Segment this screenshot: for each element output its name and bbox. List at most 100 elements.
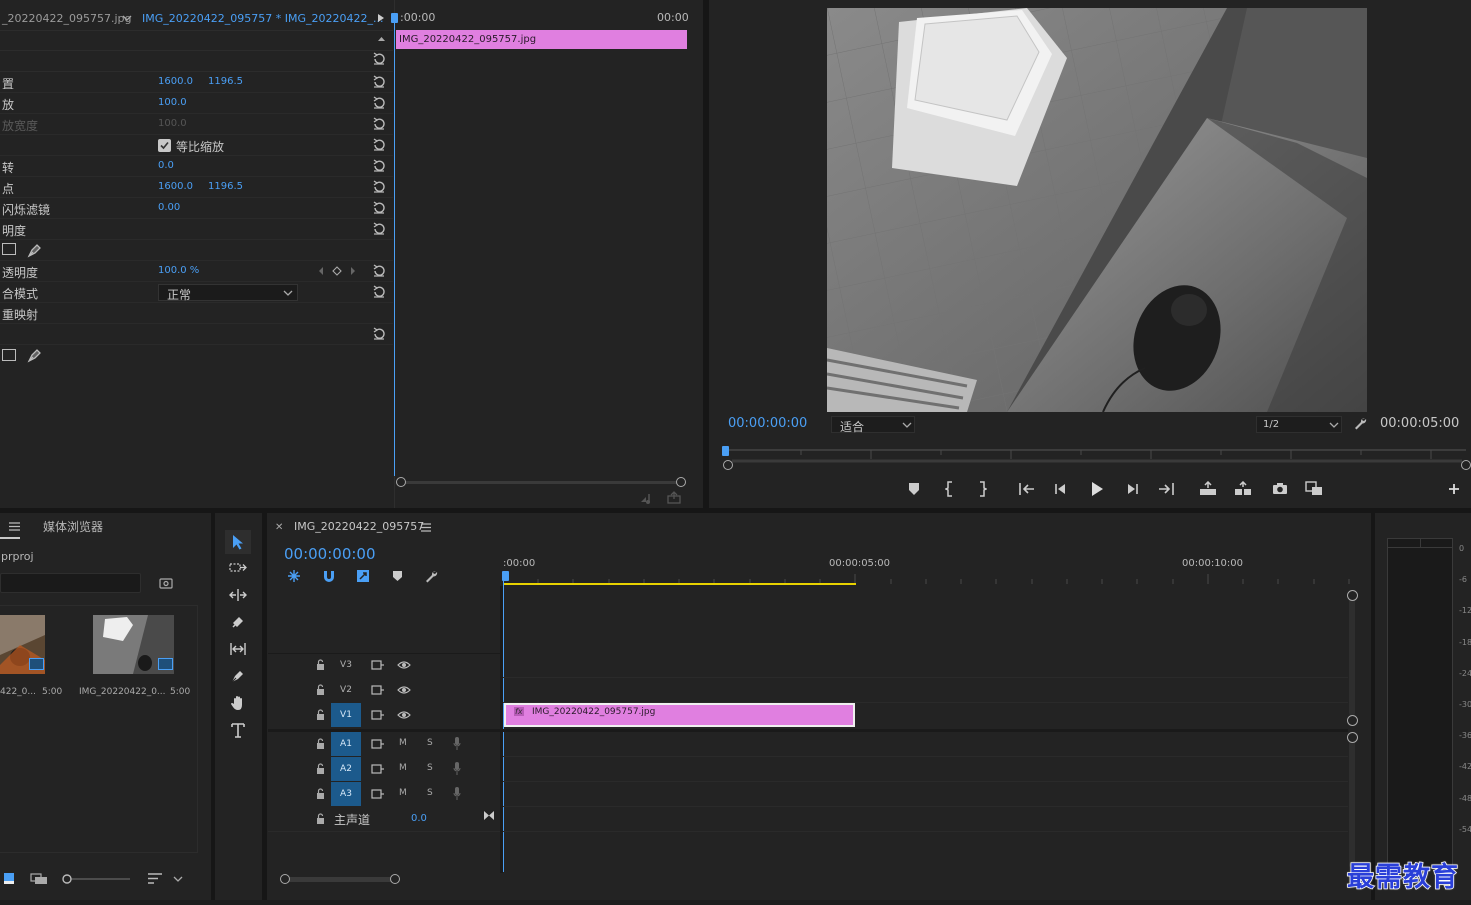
- pen-mask-icon[interactable]: [27, 242, 43, 258]
- wrench-icon[interactable]: [1353, 416, 1367, 430]
- ec-zoom-scrollbar[interactable]: [400, 481, 682, 484]
- close-icon[interactable]: ✕: [275, 522, 283, 533]
- program-timecode[interactable]: 00:00:00:00: [728, 416, 807, 431]
- track-name[interactable]: V2: [331, 678, 361, 702]
- track-name[interactable]: A1: [331, 732, 361, 756]
- lift-icon[interactable]: [1199, 481, 1217, 496]
- reset-icon[interactable]: [372, 159, 386, 173]
- mute-button[interactable]: M: [399, 738, 407, 748]
- timeline-vertical-scrollbar[interactable]: [1349, 596, 1355, 716]
- anti-flicker-value[interactable]: 0.00: [158, 202, 180, 213]
- pen-tool-icon[interactable]: [225, 664, 251, 688]
- go-to-end-icon[interactable]: [483, 810, 495, 821]
- fit-dropdown[interactable]: 适合: [831, 416, 915, 434]
- panel-menu-icon[interactable]: [9, 522, 20, 531]
- rotation-value[interactable]: 0.0: [158, 160, 174, 171]
- source-clip-tab[interactable]: _20220422_095757.jpg: [2, 12, 132, 25]
- list-view-icon[interactable]: [4, 873, 14, 884]
- pen-mask-icon[interactable]: [27, 347, 43, 363]
- ec-playhead[interactable]: [394, 14, 395, 476]
- collapse-arrow-icon[interactable]: [377, 36, 386, 42]
- sync-lock-icon[interactable]: [371, 764, 384, 774]
- scroll-handle-right[interactable]: [676, 477, 686, 487]
- extract-icon[interactable]: [1234, 481, 1252, 496]
- track-header-a2[interactable]: A2 M S: [268, 757, 500, 781]
- reset-icon[interactable]: [372, 52, 386, 66]
- chevron-down-icon[interactable]: [173, 875, 183, 883]
- sequence-clip-tab[interactable]: IMG_20220422_095757 * IMG_20220422_...: [142, 12, 383, 25]
- rectangle-mask-icon[interactable]: [2, 349, 16, 361]
- hand-tool-icon[interactable]: [225, 691, 251, 715]
- lock-icon[interactable]: [316, 763, 325, 774]
- add-button-icon[interactable]: [1448, 483, 1460, 495]
- ec-playhead-handle[interactable]: [391, 13, 398, 23]
- sync-lock-icon[interactable]: [371, 739, 384, 749]
- scroll-handle-left[interactable]: [396, 477, 406, 487]
- scroll-handle-right[interactable]: [1461, 460, 1471, 470]
- program-video-frame[interactable]: [827, 8, 1367, 412]
- reset-icon[interactable]: [372, 222, 386, 236]
- program-time-ruler[interactable]: [726, 444, 1466, 464]
- opacity-value[interactable]: 100.0 %: [158, 265, 199, 276]
- type-tool-icon[interactable]: [225, 718, 251, 742]
- snap-magnet-icon[interactable]: [322, 569, 336, 583]
- add-keyframe-icon[interactable]: [332, 266, 342, 276]
- panel-menu-icon[interactable]: [421, 523, 431, 532]
- track-name[interactable]: A3: [331, 782, 361, 806]
- sync-lock-icon[interactable]: [371, 685, 384, 695]
- solo-button[interactable]: S: [427, 738, 433, 748]
- lock-icon[interactable]: [316, 738, 325, 749]
- lock-icon[interactable]: [316, 684, 325, 695]
- eye-icon[interactable]: [397, 710, 411, 720]
- reset-icon[interactable]: [372, 264, 386, 278]
- ec-timeline-area[interactable]: [394, 0, 703, 508]
- mute-button[interactable]: M: [399, 788, 407, 798]
- project-item[interactable]: IMG_20220422_0... 5:00: [71, 611, 197, 707]
- track-select-tool-icon[interactable]: [225, 556, 251, 580]
- sync-lock-icon[interactable]: [371, 789, 384, 799]
- chevron-down-icon[interactable]: [122, 14, 132, 22]
- sort-icon[interactable]: [148, 873, 162, 884]
- mark-in-icon[interactable]: [945, 481, 955, 497]
- selection-tool-icon[interactable]: [225, 530, 251, 554]
- reset-icon[interactable]: [372, 75, 386, 89]
- export-frame-camera-icon[interactable]: [1272, 482, 1288, 495]
- blend-mode-dropdown[interactable]: 正常: [158, 284, 298, 302]
- sync-lock-icon[interactable]: [371, 710, 384, 720]
- scroll-handle-left[interactable]: [723, 460, 733, 470]
- go-to-out-icon[interactable]: [1158, 482, 1174, 496]
- microphone-icon[interactable]: [453, 787, 461, 800]
- track-header-v3[interactable]: V3: [268, 653, 500, 677]
- reset-icon[interactable]: [372, 117, 386, 131]
- mark-out-icon[interactable]: [977, 481, 987, 497]
- lock-icon[interactable]: [316, 813, 325, 824]
- eye-icon[interactable]: [397, 685, 411, 695]
- step-back-icon[interactable]: [1054, 482, 1068, 496]
- uniform-scale-checkbox[interactable]: [158, 139, 171, 152]
- microphone-icon[interactable]: [453, 737, 461, 750]
- reset-icon[interactable]: [372, 138, 386, 152]
- anchor-x-value[interactable]: 1600.0: [158, 181, 193, 192]
- lock-icon[interactable]: [316, 709, 325, 720]
- prev-keyframe-icon[interactable]: [318, 266, 324, 276]
- mute-button[interactable]: M: [399, 763, 407, 773]
- eye-icon[interactable]: [397, 660, 411, 670]
- timeline-clip-v1[interactable]: fx IMG_20220422_095757.jpg: [504, 703, 855, 727]
- sequence-tab[interactable]: IMG_20220422_095757: [294, 520, 424, 533]
- lock-icon[interactable]: [316, 788, 325, 799]
- scroll-handle-top[interactable]: [1347, 732, 1358, 743]
- track-header-master[interactable]: 主声道 0.0: [268, 807, 500, 831]
- position-y-value[interactable]: 1196.5: [208, 76, 243, 87]
- reset-icon[interactable]: [372, 201, 386, 215]
- ripple-edit-tool-icon[interactable]: [225, 583, 251, 607]
- ec-clip-bar[interactable]: IMG_20220422_095757.jpg: [396, 30, 687, 49]
- reset-icon[interactable]: [372, 180, 386, 194]
- track-name[interactable]: V1: [331, 703, 361, 727]
- rectangle-mask-icon[interactable]: [2, 243, 16, 255]
- tab-media-browser[interactable]: 媒体浏览器: [43, 518, 103, 535]
- export-icon[interactable]: [667, 491, 681, 504]
- reset-icon[interactable]: [372, 327, 386, 341]
- razor-tool-icon[interactable]: [225, 610, 251, 634]
- program-playhead[interactable]: [722, 446, 729, 456]
- scale-value[interactable]: 100.0: [158, 97, 187, 108]
